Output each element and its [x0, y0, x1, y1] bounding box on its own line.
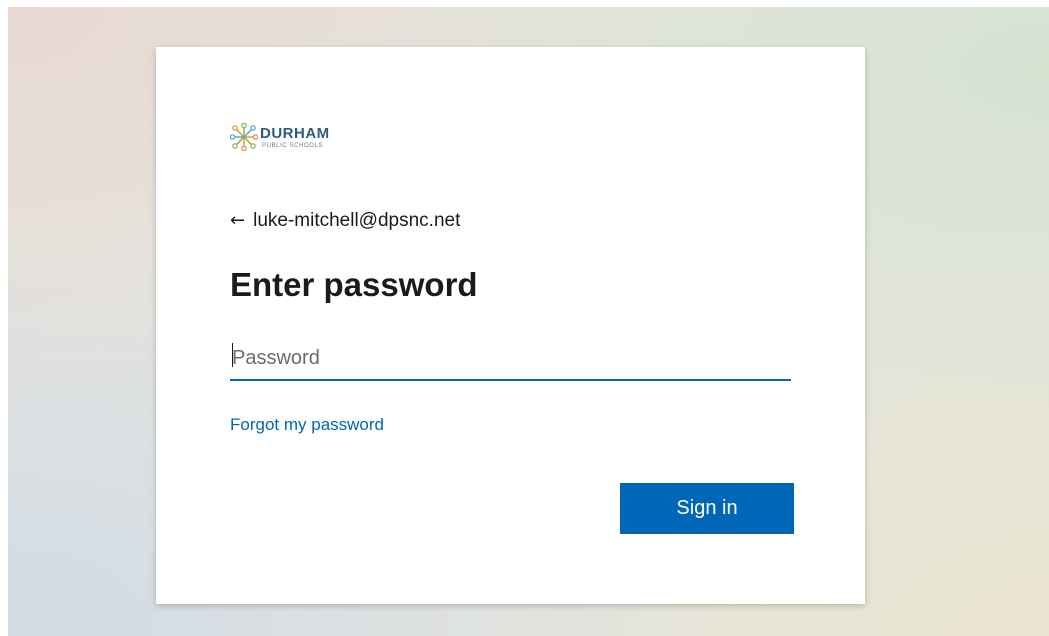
password-input[interactable] — [230, 337, 791, 381]
durham-public-schools-logo: DURHAM PUBLIC SCHOOLS — [230, 123, 330, 151]
logo-mark-icon — [230, 123, 258, 151]
signin-card: DURHAM PUBLIC SCHOOLS ← luke-mitchell@dp… — [156, 47, 865, 604]
logo-subtitle: PUBLIC SCHOOLS — [262, 142, 324, 149]
text-cursor — [232, 343, 233, 367]
logo-name: DURHAM — [260, 124, 330, 142]
account-identity: ← luke-mitchell@dpsnc.net — [230, 210, 460, 232]
account-email: luke-mitchell@dpsnc.net — [253, 210, 461, 231]
sign-in-button[interactable]: Sign in — [620, 483, 794, 534]
page-title: Enter password — [230, 266, 478, 303]
forgot-password-link[interactable]: Forgot my password — [230, 415, 384, 435]
arrow-left-icon[interactable]: ← — [230, 212, 245, 230]
logo-text: DURHAM PUBLIC SCHOOLS — [260, 126, 330, 149]
